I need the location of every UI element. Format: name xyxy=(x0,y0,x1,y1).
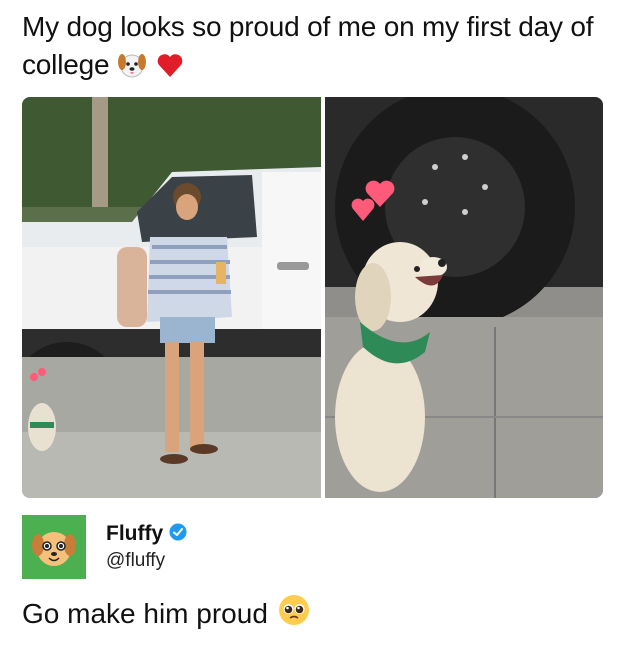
verified-badge-icon xyxy=(169,523,187,546)
caption-text: My dog looks so proud of me on my first … xyxy=(22,11,594,80)
dog-looking-up-photo[interactable] xyxy=(325,97,603,498)
reply-message: Go make him proud xyxy=(22,597,268,629)
cartoon-dog-avatar-icon xyxy=(32,532,76,566)
display-name[interactable]: Fluffy xyxy=(106,522,163,546)
author-meta: Fluffy @fluffy xyxy=(106,522,187,572)
reply-text: Go make him proud xyxy=(22,594,310,633)
red-heart-emoji-icon xyxy=(155,50,185,90)
girl-standing-by-car-photo[interactable] xyxy=(22,97,321,498)
pleading-face-emoji-icon xyxy=(278,594,310,633)
dog-face-emoji-icon xyxy=(117,50,147,90)
handle[interactable]: @fluffy xyxy=(106,550,187,572)
avatar[interactable] xyxy=(22,515,86,579)
post-caption: My dog looks so proud of me on my first … xyxy=(22,8,602,90)
author-card[interactable]: Fluffy @fluffy xyxy=(22,515,187,579)
name-row: Fluffy xyxy=(106,522,187,546)
post-media-grid[interactable] xyxy=(22,97,603,498)
